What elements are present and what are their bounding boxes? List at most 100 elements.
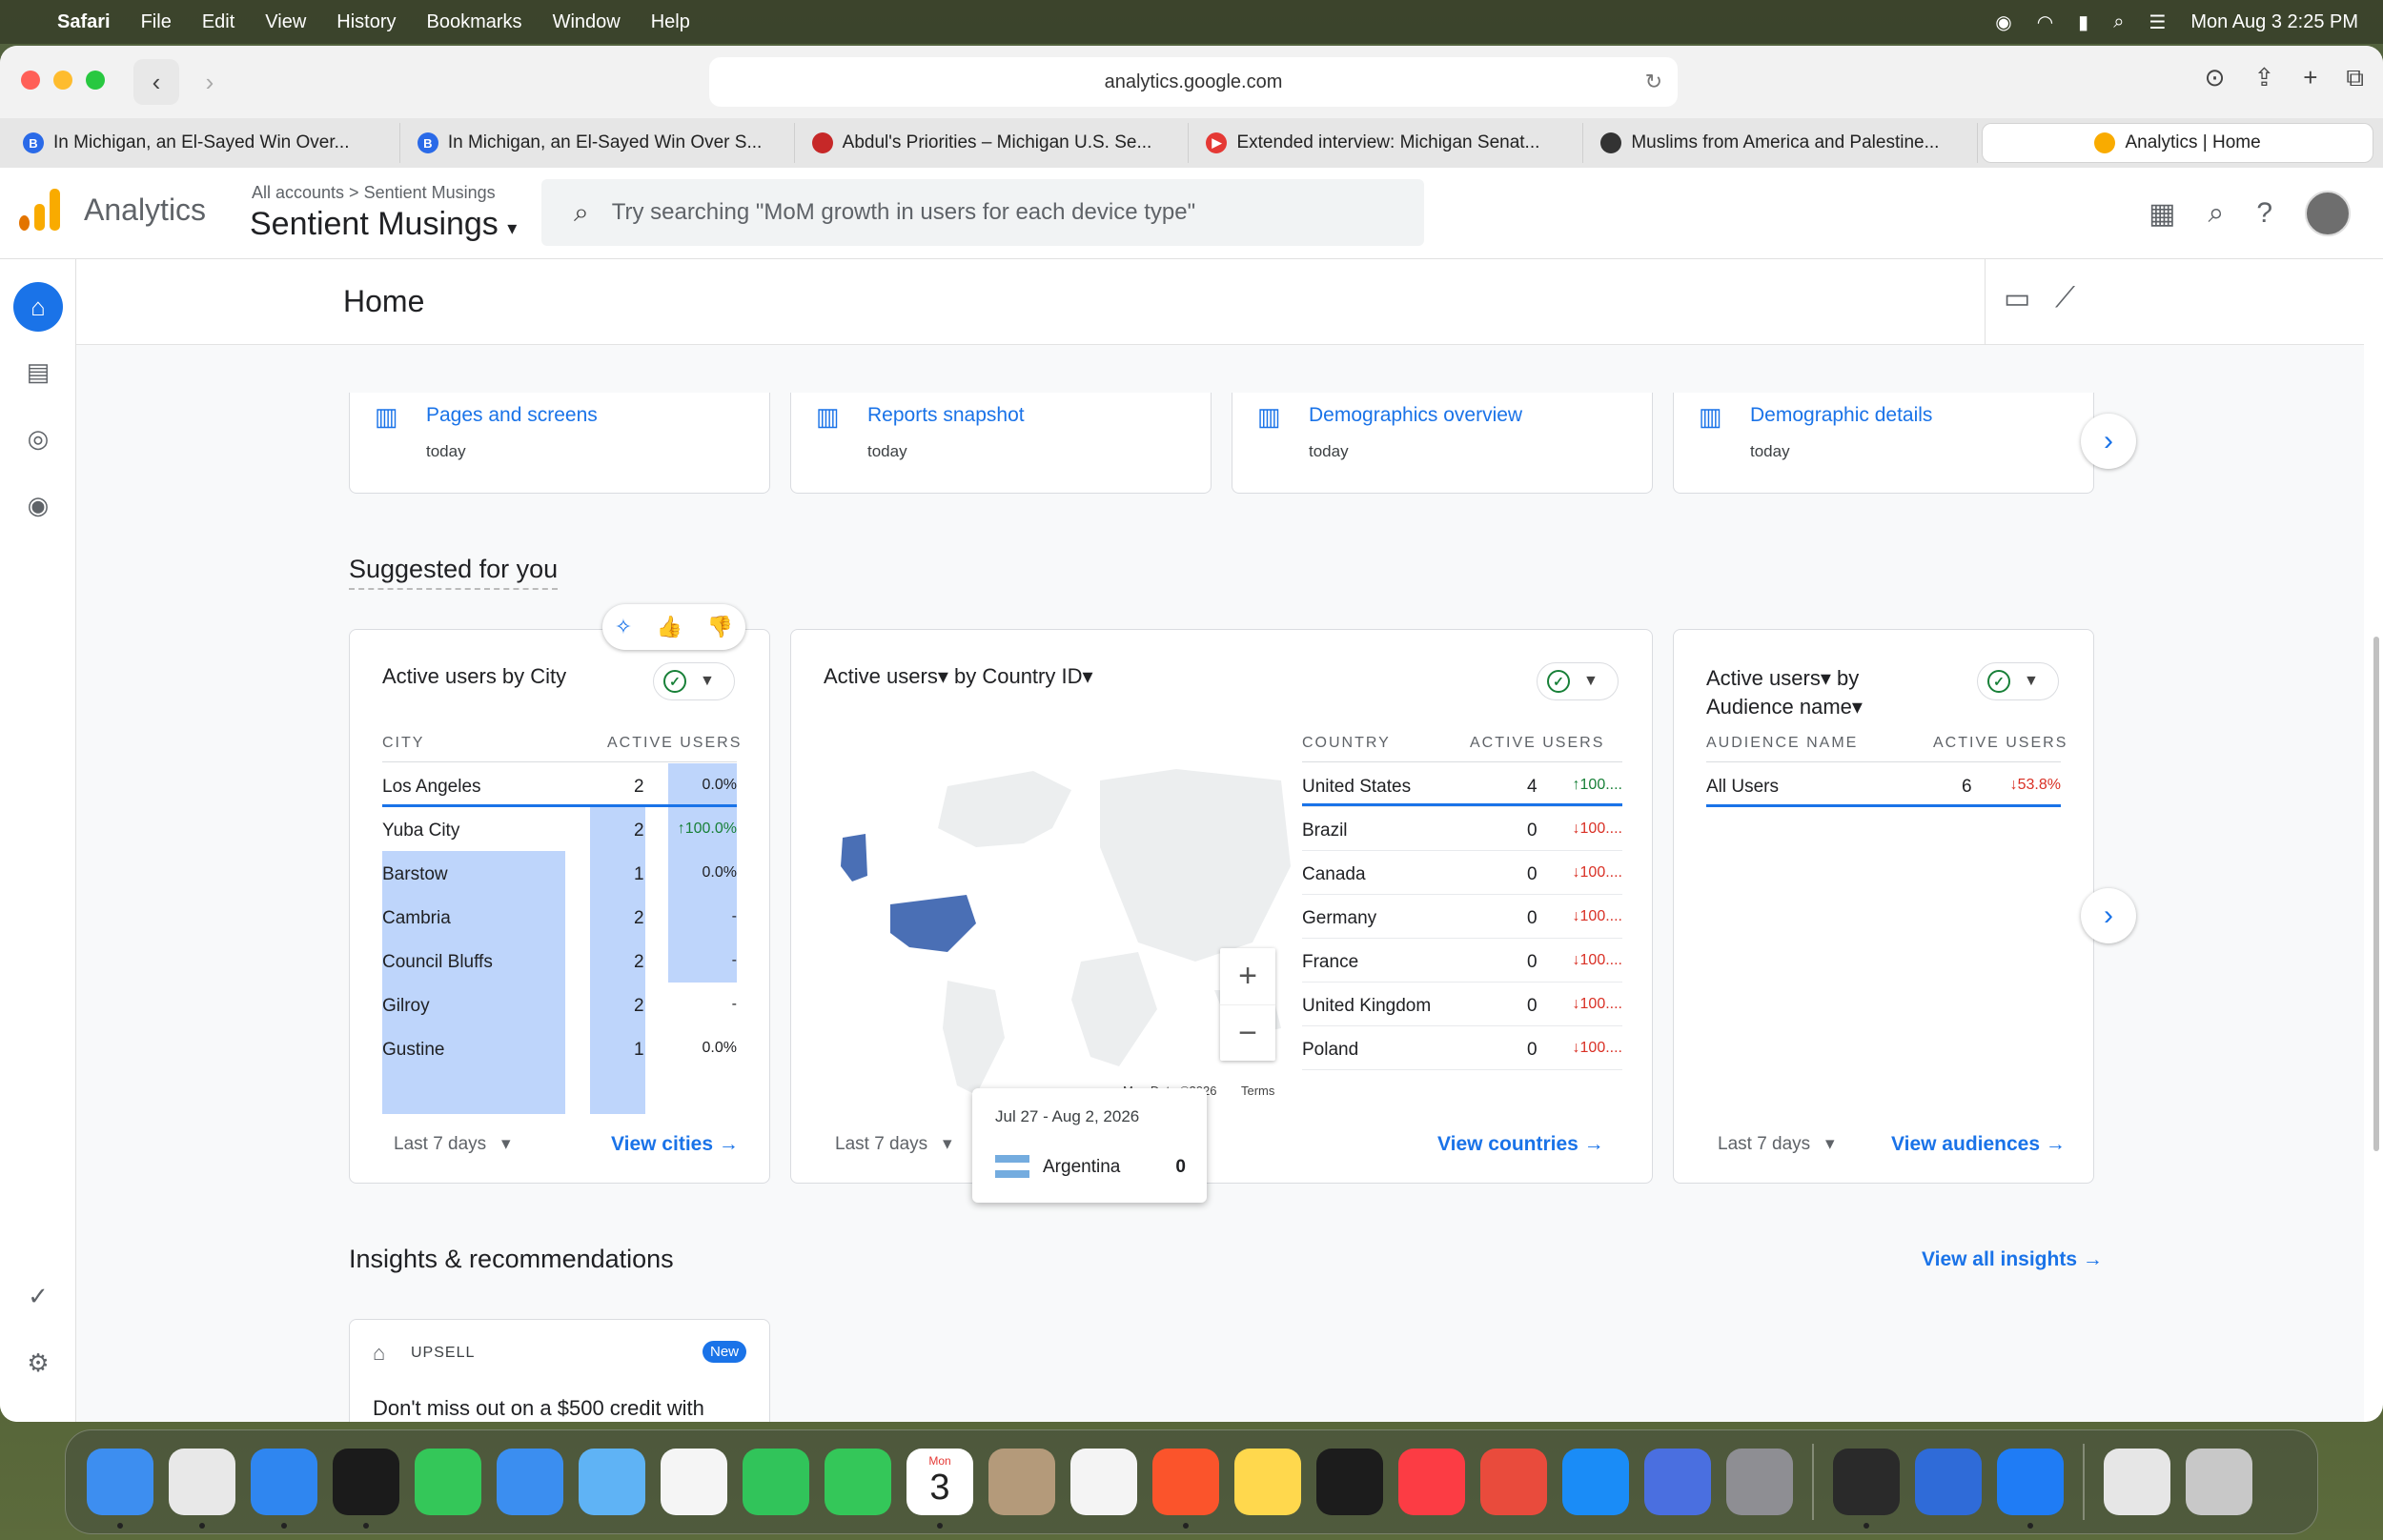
status-dropdown[interactable]: ✓ ▼ [653,662,735,700]
ask-insights-icon[interactable]: ✧ [615,615,632,639]
view-cities-link[interactable]: View cities → [611,1133,739,1156]
apps-grid-icon[interactable]: ▦ [2149,197,2175,231]
browser-tab[interactable]: Muslims from America and Palestine... [1587,123,1979,163]
browser-tab[interactable]: B In Michigan, an El-Sayed Win Over S... [404,123,795,163]
recent-card-title[interactable]: Pages and screens [426,404,598,427]
dock-app-tv-icon[interactable] [1316,1449,1383,1515]
tab-overview-icon[interactable]: ⧉ [2346,63,2364,93]
table-row[interactable]: United Kingdom 0 ↓100.... [1302,983,1622,1026]
explore-icon[interactable]: ◎ [13,414,63,463]
search-bar[interactable]: ⌕ Try searching "MoM growth in users for… [541,179,1424,246]
dock-app-mail-icon[interactable] [497,1449,563,1515]
metric-dropdown[interactable]: Active users [824,664,938,688]
insight-card[interactable]: ⌂ UPSELL New Don't miss out on a $500 cr… [349,1319,770,1422]
dock-app-system-settings-icon[interactable] [1726,1449,1793,1515]
date-range-dropdown[interactable]: Last 7 days ▾ [1718,1133,1835,1155]
thumbs-down-icon[interactable]: 👎 [707,615,733,639]
dock-app-launchpad-icon[interactable] [169,1449,235,1529]
dimension-dropdown[interactable]: Audience name [1706,695,1852,719]
admin-check-icon[interactable]: ✓ [13,1271,63,1321]
table-row[interactable]: Barstow 1 0.0% [382,851,737,895]
zoom-out-button[interactable]: − [1220,1004,1275,1061]
notes-icon[interactable]: ▭ [2004,282,2030,315]
dock-app-app-store-icon[interactable] [1562,1449,1629,1515]
menu-file[interactable]: File [141,11,172,33]
dock-app-finder-icon[interactable] [87,1449,153,1529]
advertising-icon[interactable]: ◉ [13,480,63,530]
date-range-dropdown[interactable]: Last 7 days ▾ [394,1133,511,1155]
metric-dropdown[interactable]: Active users [1706,666,1821,690]
address-bar[interactable]: analytics.google.com ↻ [709,57,1678,107]
menu-edit[interactable]: Edit [202,11,234,33]
view-audiences-link[interactable]: View audiences → [1891,1133,2066,1156]
recent-card-snapshot[interactable]: ▥ Reports snapshot today [790,393,1212,494]
dock-app-terminal-icon[interactable] [1915,1449,1982,1515]
table-row[interactable]: All Users 6 ↓53.8% [1706,763,2061,807]
menu-app-name[interactable]: Safari [57,11,111,33]
dock-app-notes-icon[interactable] [1234,1449,1301,1515]
recent-card-title[interactable]: Demographics overview [1309,404,1522,427]
dock-app-simulator-icon[interactable] [1644,1449,1711,1515]
new-tab-icon[interactable]: + [2303,63,2317,93]
dock-app-messages-icon[interactable] [415,1449,481,1515]
table-row[interactable]: Cambria 2 - [382,895,737,939]
forward-button[interactable]: › [187,59,233,105]
table-row[interactable]: Gilroy 2 - [382,983,737,1026]
recent-card-title[interactable]: Demographic details [1750,404,1932,427]
dock-app-trash-icon[interactable] [2186,1449,2252,1515]
table-row[interactable]: Los Angeles 2 0.0% [382,763,737,807]
map-region-alaska[interactable] [841,834,867,881]
table-row[interactable]: France 0 ↓100.... [1302,939,1622,983]
help-icon[interactable]: ? [2256,197,2272,230]
browser-tab[interactable]: B In Michigan, an El-Sayed Win Over... [10,123,400,163]
downloads-icon[interactable]: ⊙ [2205,63,2226,93]
dock-app-contacts-icon[interactable] [988,1449,1055,1515]
status-dropdown[interactable]: ✓ ▼ [1537,662,1619,700]
recent-card-pages[interactable]: ▥ Pages and screens today [349,393,770,494]
page-scrollbar[interactable] [2373,637,2379,1151]
dock-app-calendar-icon[interactable]: Mon 3 [906,1449,973,1529]
spotlight-search-icon[interactable]: ⌕ [2113,11,2124,33]
recent-card-demographic-details[interactable]: ▥ Demographic details today [1673,393,2094,494]
next-arrow-button[interactable]: › [2081,888,2136,943]
dimension-dropdown[interactable]: by Country ID [954,664,1083,688]
table-row[interactable]: Canada 0 ↓100.... [1302,851,1622,895]
thumbs-up-icon[interactable]: 👍 [657,615,682,639]
insights-icon[interactable]: ⟋ [2055,282,2075,314]
back-button[interactable]: ‹ [133,59,179,105]
dock-app-brave-icon[interactable] [1152,1449,1219,1529]
dock-app-music-icon[interactable] [1398,1449,1465,1515]
next-arrow-button[interactable]: › [2081,414,2136,469]
control-center-icon[interactable]: ☰ [2149,10,2166,34]
dock-app-reminders-icon[interactable] [1070,1449,1137,1515]
close-window-button[interactable] [21,71,40,90]
table-row[interactable]: Gustine 1 0.0% [382,1026,737,1070]
table-row[interactable]: Council Bluffs 2 - [382,939,737,983]
analytics-logo-icon[interactable] [19,189,60,231]
table-row[interactable]: Yuba City 2 ↑100.0% [382,807,737,851]
table-row[interactable]: United States 4 ↑100.... [1302,763,1622,807]
breadcrumb[interactable]: All accounts > Sentient Musings [252,183,496,203]
settings-gear-icon[interactable]: ⚙ [13,1338,63,1388]
recent-card-demographics[interactable]: ▥ Demographics overview today [1232,393,1653,494]
map-region-united-states[interactable] [890,895,976,952]
recent-card-title[interactable]: Reports snapshot [867,404,1025,427]
reports-icon[interactable]: ▤ [13,347,63,396]
view-all-insights-link[interactable]: View all insights → [1922,1248,2103,1271]
dock-app-maps-icon[interactable] [579,1449,645,1515]
table-row[interactable]: Poland 0 ↓100.... [1302,1026,1622,1070]
table-row[interactable]: Brazil 0 ↓100.... [1302,807,1622,851]
browser-tab[interactable]: Analytics | Home [1982,123,2373,163]
menu-bookmarks[interactable]: Bookmarks [427,11,522,33]
zoom-in-button[interactable]: + [1220,948,1275,1004]
dock-app-safari-icon[interactable] [251,1449,317,1529]
date-range-dropdown[interactable]: Last 7 days ▾ [835,1133,952,1155]
reload-icon[interactable]: ↻ [1645,70,1662,94]
screen-record-icon[interactable]: ◉ [1995,10,2011,34]
minimize-window-button[interactable] [53,71,72,90]
menu-view[interactable]: View [265,11,306,33]
zoom-window-button[interactable] [86,71,105,90]
dock-app-preview-icon[interactable] [2104,1449,2170,1515]
view-countries-link[interactable]: View countries → [1437,1133,1604,1156]
dock-app-launcher-icon[interactable] [1833,1449,1900,1529]
